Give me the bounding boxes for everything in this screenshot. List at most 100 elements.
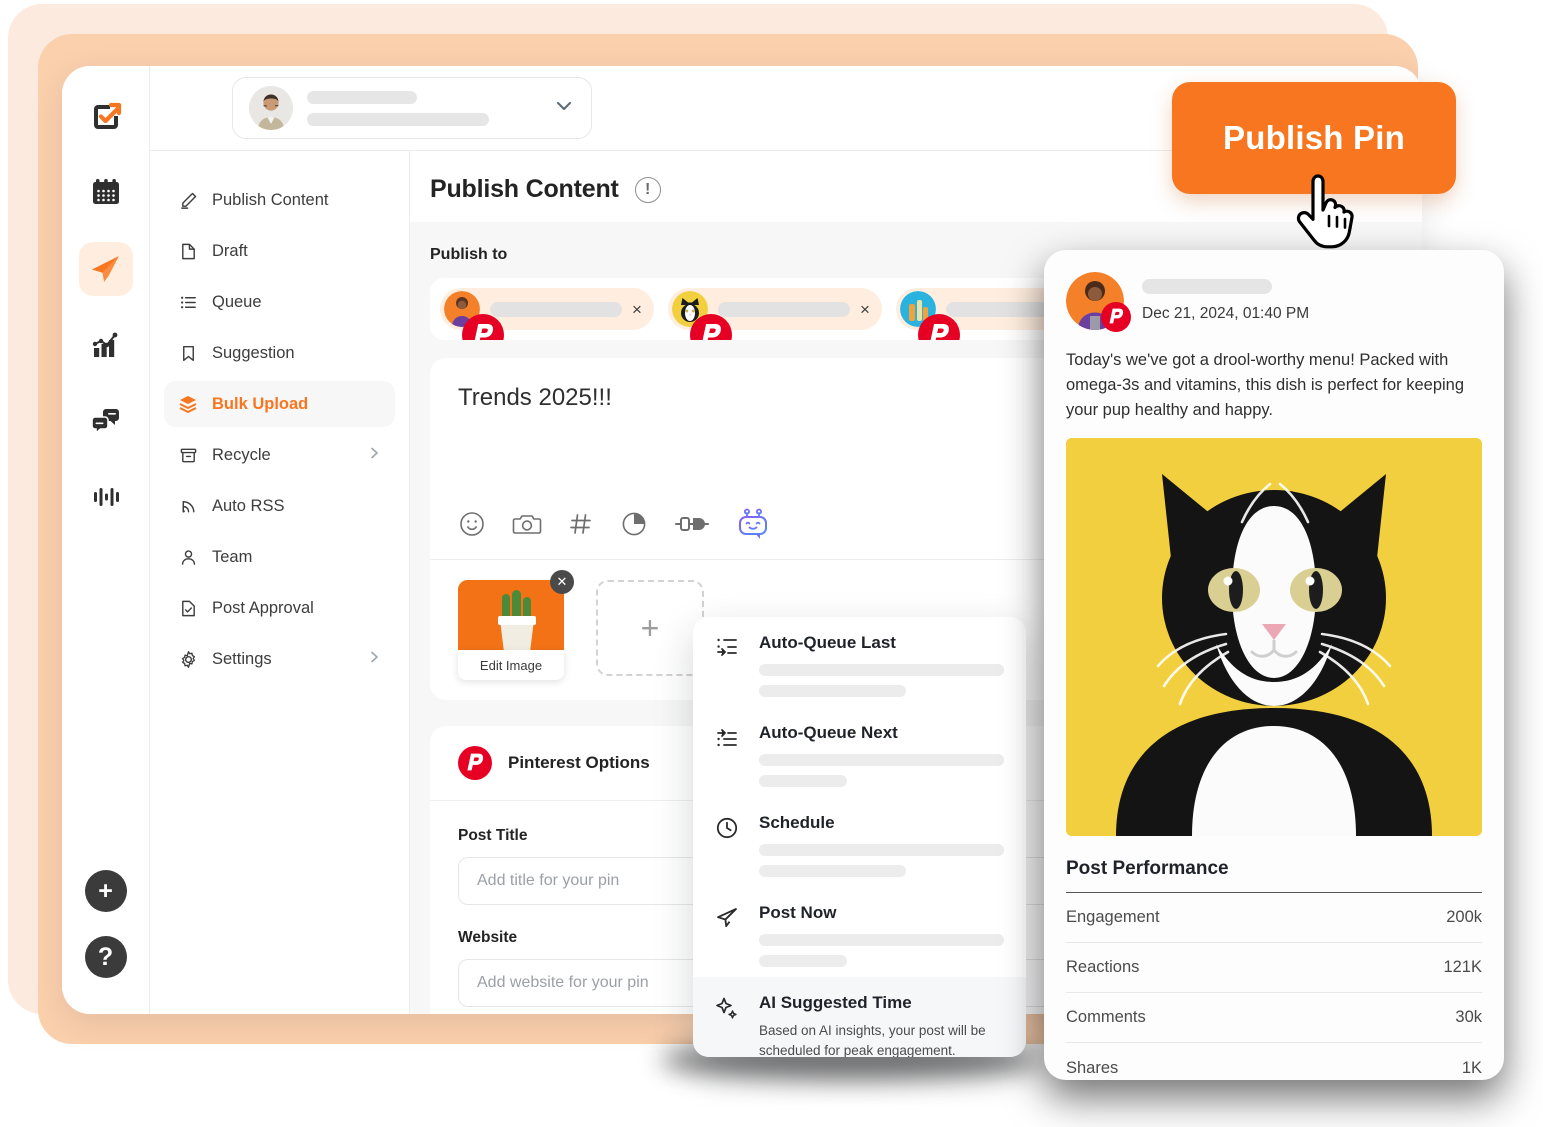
account-name-placeholder: [1142, 279, 1272, 294]
help-button[interactable]: ?: [84, 936, 127, 978]
add-button[interactable]: +: [84, 870, 127, 912]
rail-item-brand-logo[interactable]: [79, 90, 133, 144]
preview-meta: Dec 21, 2024, 01:40 PM: [1142, 279, 1482, 323]
list-icon: [178, 292, 198, 312]
sidebar-item-label: Settings: [212, 649, 272, 668]
sidebar-item-settings[interactable]: Settings: [164, 636, 395, 682]
document-check-icon: [178, 598, 198, 618]
rail-item-publish[interactable]: [78, 242, 133, 296]
account-chip[interactable]: × 𝑷: [667, 288, 882, 340]
dropdown-item-auto-queue-last[interactable]: Auto-Queue Last: [693, 617, 1026, 707]
sidebar-item-label: Publish Content: [212, 190, 329, 209]
sidebar-item-label: Recycle: [212, 445, 271, 464]
dropdown-item-title: Schedule: [759, 813, 835, 832]
dropdown-item-ai-suggested-time[interactable]: AI Suggested Time Based on AI insights, …: [693, 977, 1026, 1057]
pie-chart-icon[interactable]: [620, 510, 648, 543]
skeleton-line: [759, 664, 1004, 676]
ai-robot-icon[interactable]: [736, 508, 770, 545]
skeleton-line: [307, 112, 489, 126]
preview-date: Dec 21, 2024, 01:40 PM: [1142, 305, 1310, 322]
plug-icon[interactable]: [674, 510, 710, 543]
queue-last-icon: [715, 633, 741, 697]
sidebar-item-team[interactable]: Team: [164, 534, 395, 580]
check-square-arrow-icon: [93, 102, 121, 129]
layers-icon: [178, 394, 198, 414]
chevron-right-icon: [367, 650, 381, 669]
remove-account-icon[interactable]: ×: [632, 301, 642, 318]
publish-pin-label: Publish Pin: [1223, 119, 1405, 156]
media-thumbnail[interactable]: ✕ Edit Image: [458, 570, 574, 680]
bar-chart-icon: [92, 332, 117, 357]
sidebar-item-auto-rss[interactable]: Auto RSS: [164, 483, 395, 529]
rail-item-analytics[interactable]: [79, 318, 133, 372]
chevron-down-icon[interactable]: [553, 95, 575, 122]
skeleton-line: [759, 685, 906, 697]
rail-bottom-actions: + ?: [84, 870, 127, 1014]
clock-icon: [715, 813, 741, 877]
sidebar-item-label: Team: [212, 547, 253, 566]
dropdown-item-schedule[interactable]: Schedule: [693, 797, 1026, 887]
preview-header: 𝑷 Dec 21, 2024, 01:40 PM: [1044, 250, 1504, 332]
info-glyph: !: [644, 180, 651, 198]
rail-item-inbox[interactable]: [79, 394, 133, 448]
dropdown-item-title: AI Suggested Time: [759, 993, 912, 1012]
sidebar-item-bulk-upload[interactable]: Bulk Upload: [164, 381, 395, 427]
skeleton-line: [759, 844, 1004, 856]
rail-item-listen[interactable]: [79, 470, 133, 524]
remove-account-icon[interactable]: ×: [860, 301, 870, 318]
pinterest-badge-icon: 𝑷: [1101, 302, 1131, 332]
info-icon[interactable]: !: [634, 176, 661, 203]
avatar: [249, 86, 293, 130]
dropdown-item-title: Auto-Queue Next: [759, 723, 898, 742]
metric-label: Engagement: [1066, 908, 1160, 927]
metric-value: 121K: [1443, 958, 1482, 977]
sidebar-item-draft[interactable]: Draft: [164, 228, 395, 274]
metric-label: Reactions: [1066, 958, 1140, 977]
add-media-button[interactable]: +: [596, 580, 704, 676]
sidebar-item-post-approval[interactable]: Post Approval: [164, 585, 395, 631]
sparkle-icon: [715, 993, 741, 1057]
pinterest-options-title: Pinterest Options: [508, 753, 650, 772]
screenshot-root: + ? Publish Content Draft Queue Suggesti…: [0, 0, 1543, 1127]
sidebar-item-queue[interactable]: Queue: [164, 279, 395, 325]
sidebar-menu: Publish Content Draft Queue Suggestion B…: [150, 66, 410, 1014]
metric-row: Comments 30k: [1066, 993, 1482, 1044]
paper-plane-icon: [715, 903, 741, 967]
metric-label: Shares: [1066, 1058, 1119, 1077]
metric-row: Engagement 200k: [1066, 893, 1482, 944]
camera-icon[interactable]: [512, 510, 542, 543]
sidebar-item-publish-content[interactable]: Publish Content: [164, 177, 395, 223]
post-performance-title: Post Performance: [1066, 858, 1229, 880]
skeleton-line: [759, 934, 1004, 946]
account-chip[interactable]: × 𝑷: [440, 288, 654, 340]
sidebar-item-recycle[interactable]: Recycle: [164, 432, 395, 478]
account-switcher[interactable]: [232, 77, 592, 139]
pinterest-logo-icon: 𝑷: [458, 746, 492, 780]
paper-plane-icon: [91, 256, 119, 282]
account-name-placeholder: [490, 301, 622, 317]
metric-row: Reactions 121K: [1066, 943, 1482, 994]
remove-media-icon[interactable]: ✕: [550, 570, 574, 594]
rss-icon: [178, 496, 198, 516]
skeleton-line: [759, 865, 906, 877]
dropdown-item-title: Auto-Queue Last: [759, 633, 896, 652]
page-title: Publish Content: [430, 175, 619, 203]
dropdown-item-post-now[interactable]: Post Now: [693, 887, 1026, 977]
hashtag-icon[interactable]: [568, 510, 594, 543]
metric-value: 1K: [1461, 1058, 1482, 1077]
sidebar-item-label: Queue: [212, 292, 262, 311]
sidebar-item-suggestion[interactable]: Suggestion: [164, 330, 395, 376]
rail-item-calendar[interactable]: [79, 166, 133, 220]
skeleton-line: [759, 754, 1004, 766]
preview-body-text: Today's we've got a drool-worthy menu! P…: [1066, 351, 1465, 419]
account-name-placeholder: [307, 90, 539, 126]
pencil-icon: [178, 190, 198, 210]
edit-image-button[interactable]: Edit Image: [458, 650, 564, 680]
skeleton-line: [759, 775, 848, 787]
dropdown-item-auto-queue-next[interactable]: Auto-Queue Next: [693, 707, 1026, 797]
bookmark-icon: [178, 343, 198, 363]
emoji-icon[interactable]: [458, 510, 486, 543]
chat-bubbles-icon: [90, 409, 119, 435]
sidebar-item-label: Post Approval: [212, 598, 314, 617]
metric-label: Comments: [1066, 1008, 1146, 1027]
